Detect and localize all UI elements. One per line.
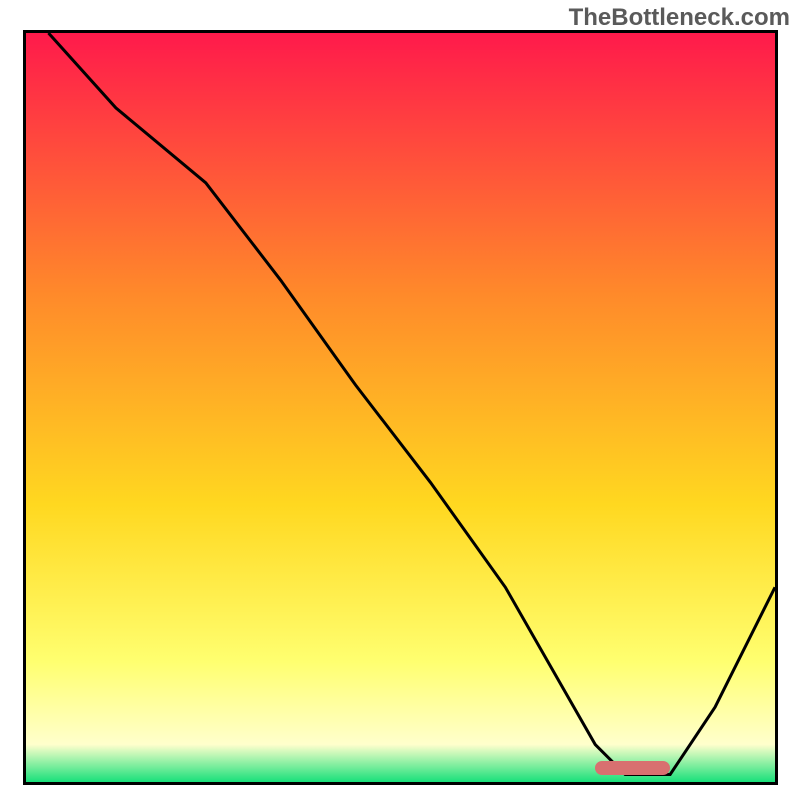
watermark-text: TheBottleneck.com (569, 4, 790, 32)
optimal-range-marker (595, 761, 670, 775)
chart-frame: TheBottleneck.com (0, 0, 800, 800)
plot-area (23, 30, 778, 785)
bottleneck-curve (26, 33, 775, 782)
